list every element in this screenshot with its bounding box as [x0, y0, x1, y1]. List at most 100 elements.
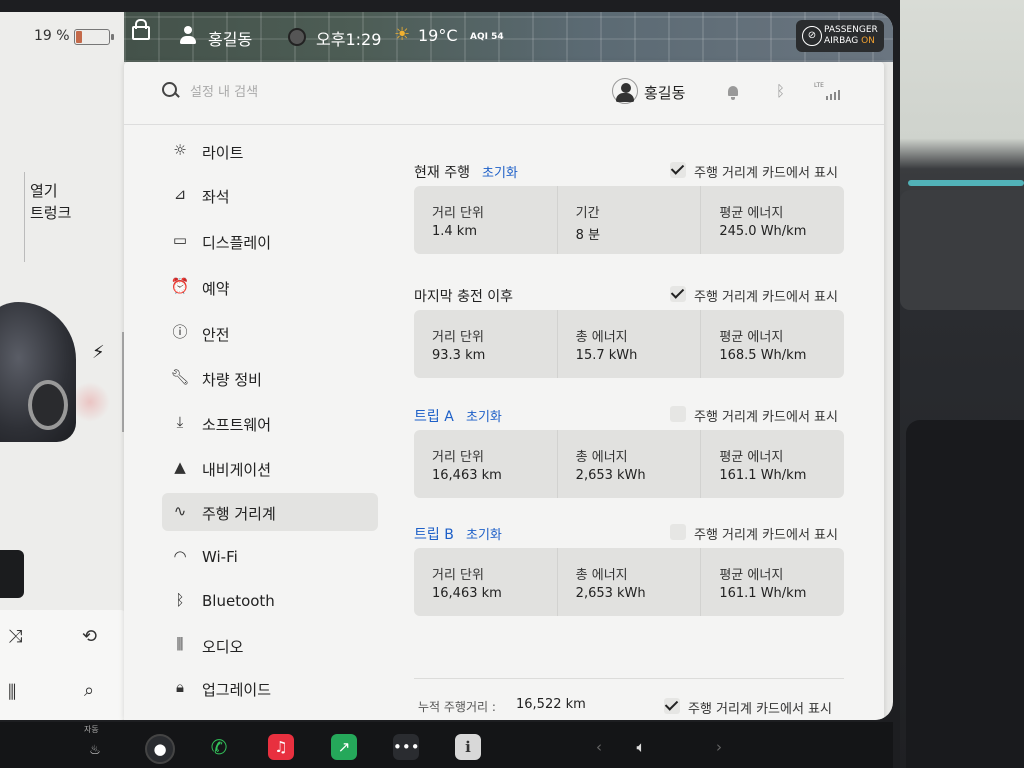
music-icon[interactable]: ♫ — [268, 734, 294, 760]
reset-button[interactable]: 초기화 — [466, 406, 502, 425]
wrench-icon: 🔧︎ — [170, 368, 190, 386]
battery-level — [76, 31, 82, 43]
charge-bolt-icon[interactable]: ⚡ — [92, 342, 105, 363]
trip-section-current: 현재 주행 초기화 주행 거리계 카드에서 표시 거리 단위 1.4 km 기간 8… — [414, 158, 844, 254]
nav-item-seats[interactable]: ⊿ 좌석 — [162, 176, 378, 214]
unlock-icon[interactable] — [132, 19, 150, 40]
nav-item-navigation[interactable]: ▲ 내비게이션 — [162, 449, 378, 487]
stat-cell: 평균 에너지 168.5 Wh/km — [719, 330, 807, 363]
battery-percentage: 19 % — [34, 28, 70, 44]
trips-icon: ∿ — [173, 502, 187, 520]
settings-nav: ☼ 라이트 ⊿ 좌석 ▭ 디스플레이 ⏰ 예약 ⓘ 안전 🔧︎ 차량 정비 ⤓ … — [162, 132, 380, 720]
shuffle-icon[interactable]: ⤨ — [8, 626, 22, 647]
nav-item-upgrades[interactable]: 🔒︎ 업그레이드 — [162, 669, 378, 707]
profile-button[interactable]: 홍길동 — [612, 78, 708, 108]
show-on-card-label: 주행 거리계 카드에서 표시 — [694, 166, 838, 181]
energy-app-icon[interactable]: ↗ — [331, 734, 357, 760]
stat-cell: 총 에너지 15.7 kWh — [558, 310, 702, 378]
camera-icon[interactable]: ● — [145, 734, 175, 764]
nav-item-trips[interactable]: ∿ 주행 거리계 — [162, 493, 378, 531]
alert-icon: ⓘ — [172, 323, 188, 341]
stat-cell: 거리 단위 93.3 km — [414, 310, 558, 378]
trip-stats-card: 거리 단위 16,463 km 총 에너지 2,653 kWh 평균 에너지 161.… — [414, 548, 844, 616]
phone-icon[interactable]: ✆ — [206, 734, 232, 760]
section-title: 마지막 충전 이후 — [414, 289, 514, 305]
dashcam-icon[interactable] — [288, 28, 306, 46]
download-icon: ⤓ — [176, 413, 184, 431]
status-time: 오후1:29 — [316, 30, 382, 49]
stat-cell: 거리 단위 16,463 km — [414, 548, 558, 616]
airbag-state: ON — [861, 36, 875, 46]
app-dock: 자동 ♨ ● ✆ ♫ ↗ ••• ℹ ‹ 🔈︎ › — [0, 722, 893, 768]
stat-cell: 총 에너지 2,653 kWh — [558, 548, 702, 616]
volume-icon[interactable]: 🔈︎ — [628, 734, 654, 760]
trip-section-b: 트립 B 초기화 주행 거리계 카드에서 표시 거리 단위 16,463 km 총… — [414, 520, 844, 616]
stat-cell: 거리 단위 16,463 km — [414, 430, 558, 498]
nav-item-software[interactable]: ⤓ 소프트웨어 — [162, 404, 378, 442]
show-on-card-checkbox[interactable] — [670, 286, 686, 302]
wiper-icon[interactable]: ♨ — [82, 738, 108, 764]
nav-item-display[interactable]: ▭ 디스플레이 — [162, 222, 378, 260]
status-bar: 19 % 홍길동 오후1:29 ☀ 19°C AQI 54 ⊘ PASSENGE… — [0, 12, 893, 62]
profile-icon[interactable] — [180, 26, 196, 44]
stat-cell: 평균 에너지 161.1 Wh/km — [719, 568, 807, 601]
trip-stats-card: 거리 단위 93.3 km 총 에너지 15.7 kWh 평균 에너지 168.5 W… — [414, 310, 844, 378]
stat-cell: 평균 에너지 245.0 Wh/km — [719, 206, 807, 239]
show-on-card-label: 주행 거리계 카드에서 표시 — [694, 410, 838, 425]
seat-icon: ⊿ — [173, 185, 187, 203]
nav-item-audio[interactable]: ⫼ 오디오 — [162, 626, 378, 664]
wifi-icon: ◠ — [173, 547, 187, 565]
repeat-icon[interactable]: ⟲ — [82, 626, 97, 647]
stat-cell: 총 에너지 2,653 kWh — [558, 430, 702, 498]
sliders-icon: ⫼ — [176, 635, 184, 653]
chevron-left-icon[interactable]: ‹ — [586, 734, 612, 760]
weather-sun-icon: ☀ — [394, 24, 411, 45]
card-toggle-button[interactable] — [0, 550, 24, 598]
ambient-light — [908, 180, 1024, 186]
divider — [414, 678, 844, 679]
nav-item-safety[interactable]: ⓘ 안전 — [162, 314, 378, 352]
more-apps-icon[interactable]: ••• — [393, 734, 420, 760]
bluetooth-icon: ᛒ — [175, 591, 185, 609]
lte-signal-icon: LTE — [814, 82, 844, 102]
nav-item-lights[interactable]: ☼ 라이트 — [162, 132, 378, 170]
equalizer-icon[interactable]: ⫼ — [8, 682, 16, 703]
profile-name: 홍길동 — [644, 84, 686, 102]
trip-stats-card: 거리 단위 1.4 km 기간 8 분 평균 에너지 245.0 Wh/km — [414, 186, 844, 254]
show-on-card-checkbox[interactable] — [664, 698, 680, 714]
trip-section-since-charge: 마지막 충전 이후 주행 거리계 카드에서 표시 거리 단위 93.3 km 총 … — [414, 282, 844, 378]
bluetooth-status-icon[interactable]: ᛒ — [776, 82, 785, 100]
media-search-icon[interactable]: ⌕ — [84, 680, 94, 701]
section-title: 현재 주행 — [414, 165, 470, 181]
show-on-card-checkbox[interactable] — [670, 162, 686, 178]
bell-icon[interactable] — [728, 86, 738, 100]
trips-content: 현재 주행 초기화 주행 거리계 카드에서 표시 거리 단위 1.4 km 기간 8… — [414, 158, 854, 718]
passenger-airbag-indicator: ⊘ PASSENGER AIRBAG ON — [796, 20, 884, 52]
show-on-card-checkbox[interactable] — [670, 524, 686, 540]
show-on-card-checkbox[interactable] — [670, 406, 686, 422]
stat-cell: 기간 8 분 — [558, 186, 702, 254]
nav-item-schedule[interactable]: ⏰ 예약 — [162, 268, 378, 306]
status-map-background: 홍길동 오후1:29 ☀ 19°C AQI 54 ⊘ PASSENGER AIR… — [124, 12, 893, 62]
seat-area — [906, 420, 1024, 768]
trunk-open-button[interactable]: 열기 트렁크 — [30, 180, 71, 224]
nav-item-bluetooth[interactable]: ᛒ Bluetooth — [162, 582, 378, 620]
reset-button[interactable]: 초기화 — [482, 162, 518, 181]
nav-item-wifi[interactable]: ◠ Wi-Fi — [162, 538, 378, 576]
nav-item-service[interactable]: 🔧︎ 차량 정비 — [162, 359, 378, 397]
auto-label: 자동 — [84, 725, 99, 734]
settings-search-input[interactable] — [188, 78, 492, 106]
car-visual-panel: 열기 트렁크 ⚡ ⤨ ⟲ ⫼ ⌕ — [0, 62, 128, 720]
show-on-card-label: 주행 거리계 카드에서 표시 — [688, 702, 832, 717]
chevron-right-icon[interactable]: › — [706, 734, 732, 760]
touchscreen: 19 % 홍길동 오후1:29 ☀ 19°C AQI 54 ⊘ PASSENGE… — [0, 12, 893, 720]
navigation-icon: ▲ — [174, 458, 186, 476]
air-quality: AQI 54 — [470, 32, 504, 42]
manual-icon[interactable]: ℹ — [455, 734, 481, 760]
dashboard — [900, 190, 1024, 310]
odometer-show-row: 주행 거리계 카드에서 표시 — [414, 694, 844, 718]
search-icon — [162, 82, 177, 97]
section-title: 트립 B — [414, 527, 454, 543]
reset-button[interactable]: 초기화 — [466, 524, 502, 543]
status-user[interactable]: 홍길동 — [208, 26, 252, 50]
